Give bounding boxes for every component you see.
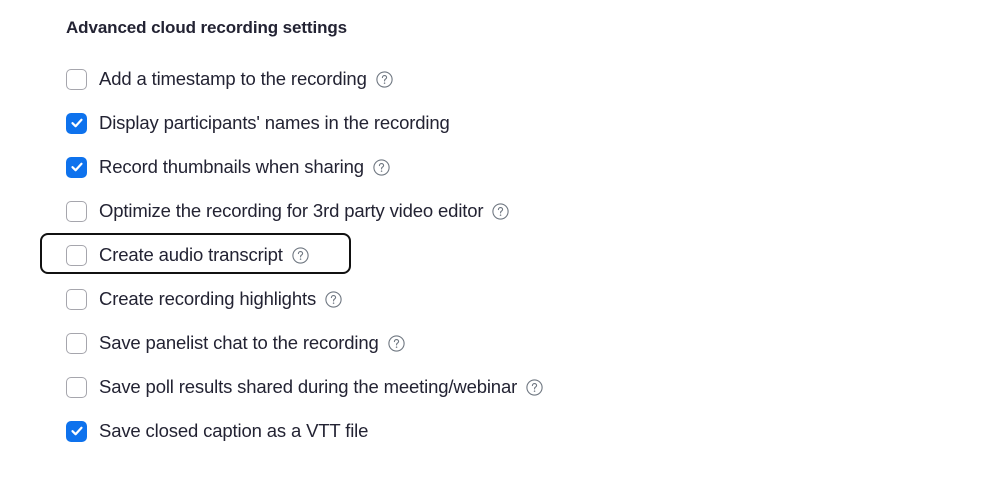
option-label: Save poll results shared during the meet…	[99, 376, 518, 397]
option-create-recording-highlights[interactable]: Create recording highlights	[66, 286, 342, 312]
checkmark-icon	[70, 426, 83, 436]
checkbox-save-poll-results[interactable]	[66, 376, 87, 398]
checkmark-icon	[70, 118, 83, 128]
checkmark-icon	[70, 162, 83, 172]
option-display-participant-names[interactable]: Display participants' names in the recor…	[66, 110, 450, 136]
checkbox-save-closed-caption[interactable]	[66, 420, 87, 442]
checkbox-create-recording-highlights[interactable]	[66, 288, 87, 310]
option-label: Create audio transcript	[99, 244, 283, 265]
question-circle-icon[interactable]	[292, 246, 309, 264]
question-circle-icon[interactable]	[373, 158, 390, 176]
question-circle-icon[interactable]	[376, 70, 393, 88]
section-title: Advanced cloud recording settings	[66, 18, 348, 37]
option-label: Record thumbnails when sharing	[99, 156, 364, 177]
option-save-poll-results[interactable]: Save poll results shared during the meet…	[66, 374, 543, 400]
option-label: Optimize the recording for 3rd party vid…	[99, 200, 484, 221]
checkbox-create-audio-transcript[interactable]	[66, 244, 87, 266]
checkbox-optimize-for-video-editor[interactable]	[66, 200, 87, 222]
option-add-timestamp[interactable]: Add a timestamp to the recording	[66, 66, 393, 92]
question-circle-icon[interactable]	[387, 334, 405, 352]
option-label: Save panelist chat to the recording	[99, 332, 379, 353]
checkbox-save-panelist-chat[interactable]	[66, 332, 87, 354]
checkbox-record-thumbnails[interactable]	[66, 156, 87, 178]
option-record-thumbnails[interactable]: Record thumbnails when sharing	[66, 154, 390, 180]
checkbox-display-participant-names[interactable]	[66, 112, 87, 134]
option-save-closed-caption[interactable]: Save closed caption as a VTT file	[66, 418, 368, 444]
option-label: Display participants' names in the recor…	[99, 112, 450, 133]
option-optimize-for-video-editor[interactable]: Optimize the recording for 3rd party vid…	[66, 198, 510, 224]
option-label: Save closed caption as a VTT file	[99, 420, 369, 441]
question-circle-icon[interactable]	[492, 202, 510, 220]
option-create-audio-transcript[interactable]: Create audio transcript	[66, 242, 309, 268]
option-label: Add a timestamp to the recording	[99, 68, 367, 89]
checkbox-add-timestamp[interactable]	[66, 68, 87, 90]
option-save-panelist-chat[interactable]: Save panelist chat to the recording	[66, 330, 405, 356]
option-label: Create recording highlights	[99, 288, 317, 309]
question-circle-icon[interactable]	[325, 290, 342, 308]
question-circle-icon[interactable]	[526, 378, 543, 396]
